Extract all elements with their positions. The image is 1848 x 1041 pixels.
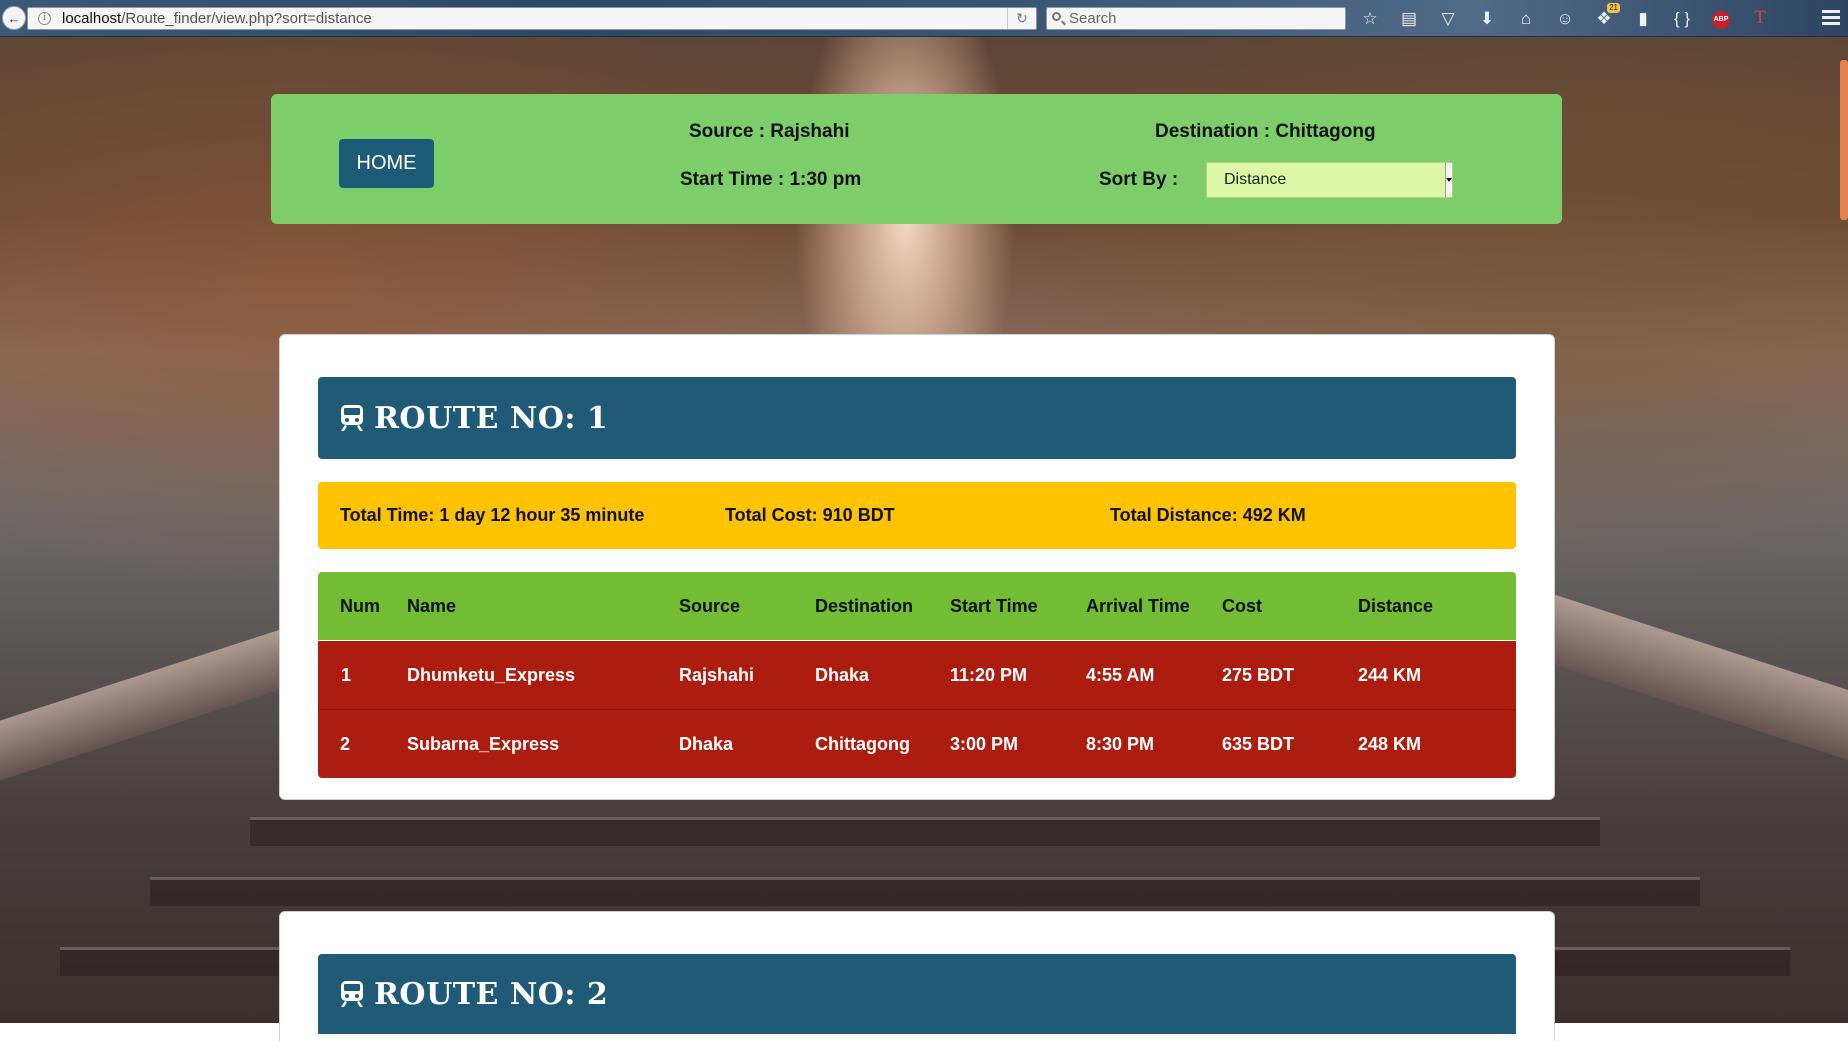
total-cost: Total Cost: 910 BDT: [725, 505, 895, 525]
train-icon: [340, 980, 364, 1008]
total-distance: Total Distance: 492 KM: [1110, 505, 1306, 525]
start-time-label: Start Time : 1:30 pm: [680, 169, 862, 190]
extension-badge-icon[interactable]: ❖ 21: [1592, 3, 1620, 30]
extension-badge: 21: [1607, 3, 1620, 13]
header-start-time: Start Time: [950, 596, 1038, 616]
source-label: Source : Rajshahi: [689, 121, 850, 142]
reading-list-icon[interactable]: ▤: [1397, 7, 1421, 30]
cell-destination: Dhaka: [815, 665, 870, 685]
devtools-icon[interactable]: { }: [1670, 7, 1694, 30]
route-title-bar: ROUTE NO: 2: [318, 954, 1516, 1034]
table-row: 1 Dhumketu_Express Rajshahi Dhaka 11:20 …: [318, 641, 1516, 709]
cell-arrival-time: 4:55 AM: [1086, 665, 1155, 685]
header-arrival-time: Arrival Time: [1086, 596, 1190, 616]
cell-start-time: 11:20 PM: [950, 665, 1028, 685]
sort-by-label: Sort By :: [1099, 169, 1179, 190]
menu-icon[interactable]: [1822, 10, 1840, 28]
train-icon: [340, 404, 364, 432]
cell-distance: 244 KM: [1358, 665, 1422, 685]
address-bar[interactable]: i localhost/Route_finder/view.php?sort=d…: [27, 7, 1037, 30]
reload-icon[interactable]: ↻: [1007, 8, 1036, 29]
search-placeholder: Search: [1069, 10, 1117, 27]
download-icon[interactable]: ⬇: [1475, 7, 1499, 30]
route-card: ROUTE NO: 2: [279, 911, 1555, 1041]
url-host: localhost: [62, 10, 122, 27]
browser-toolbar: ← i localhost/Route_finder/view.php?sort…: [0, 0, 1848, 37]
sleeper: [150, 877, 1700, 906]
cell-num: 2: [340, 734, 351, 754]
home-icon[interactable]: ⌂: [1514, 7, 1538, 30]
search-icon: [1052, 12, 1061, 21]
dropdown-arrow-icon[interactable]: [1445, 163, 1452, 197]
sort-selected-value: Distance: [1224, 171, 1287, 188]
cell-source: Dhaka: [679, 734, 734, 754]
cell-start-time: 3:00 PM: [950, 734, 1019, 754]
clipboard-icon[interactable]: ▮: [1631, 7, 1655, 30]
header-source: Source: [679, 596, 741, 616]
header-cost: Cost: [1222, 596, 1262, 616]
back-button[interactable]: ←: [2, 6, 26, 30]
route-title: ROUTE NO: 1: [374, 400, 609, 436]
cell-arrival-time: 8:30 PM: [1086, 734, 1155, 754]
header-distance: Distance: [1358, 596, 1434, 616]
cell-name: Subarna_Express: [407, 734, 560, 754]
rail-right: [1520, 583, 1848, 761]
home-button[interactable]: HOME: [339, 139, 434, 188]
header-destination: Destination: [815, 596, 914, 616]
search-summary-panel: HOME Source : Rajshahi Destination : Chi…: [271, 94, 1562, 224]
route-title: ROUTE NO: 2: [374, 976, 609, 1012]
pocket-icon[interactable]: ▽: [1436, 7, 1460, 30]
toolbar-icons: ☆ ▤ ▽ ⬇ ⌂ ☺ ❖ 21 ▮ { } ABP T: [1358, 3, 1787, 30]
route-title-bar: ROUTE NO: 1: [318, 377, 1516, 459]
route-summary-bar: Total Time: 1 day 12 hour 35 minute Tota…: [318, 482, 1516, 549]
route-table-header: Num Name Source Destination Start Time A…: [318, 572, 1516, 640]
bookmark-star-icon[interactable]: ☆: [1358, 7, 1382, 30]
cell-num: 1: [341, 665, 352, 685]
adblock-icon[interactable]: ABP: [1709, 7, 1733, 30]
cell-distance: 248 KM: [1358, 734, 1422, 754]
sleeper: [250, 817, 1600, 846]
url-path: /Route_finder/view.php?sort=distance: [121, 10, 372, 27]
cell-source: Rajshahi: [679, 665, 755, 685]
header-num: Num: [340, 596, 380, 616]
cell-name: Dhumketu_Express: [407, 665, 576, 685]
cell-cost: 635 BDT: [1222, 734, 1295, 754]
cell-cost: 275 BDT: [1222, 665, 1295, 685]
destination-label: Destination : Chittagong: [1155, 121, 1376, 142]
back-arrow-icon: ←: [7, 10, 21, 26]
abp-label: ABP: [1712, 10, 1730, 29]
site-info-icon[interactable]: i: [38, 12, 51, 25]
route-card: ROUTE NO: 1 Total Time: 1 day 12 hour 35…: [279, 334, 1555, 800]
browser-search-input[interactable]: Search: [1046, 7, 1346, 30]
table-row: 2 Subarna_Express Dhaka Chittagong 3:00 …: [318, 709, 1516, 778]
translate-icon[interactable]: T: [1748, 7, 1772, 30]
smiley-icon[interactable]: ☺: [1553, 7, 1577, 30]
cell-destination: Chittagong: [815, 734, 910, 754]
header-name: Name: [407, 596, 457, 616]
total-time: Total Time: 1 day 12 hour 35 minute: [340, 505, 645, 525]
sort-select[interactable]: Distance: [1206, 162, 1453, 198]
page-scrollbar[interactable]: [1840, 60, 1848, 220]
